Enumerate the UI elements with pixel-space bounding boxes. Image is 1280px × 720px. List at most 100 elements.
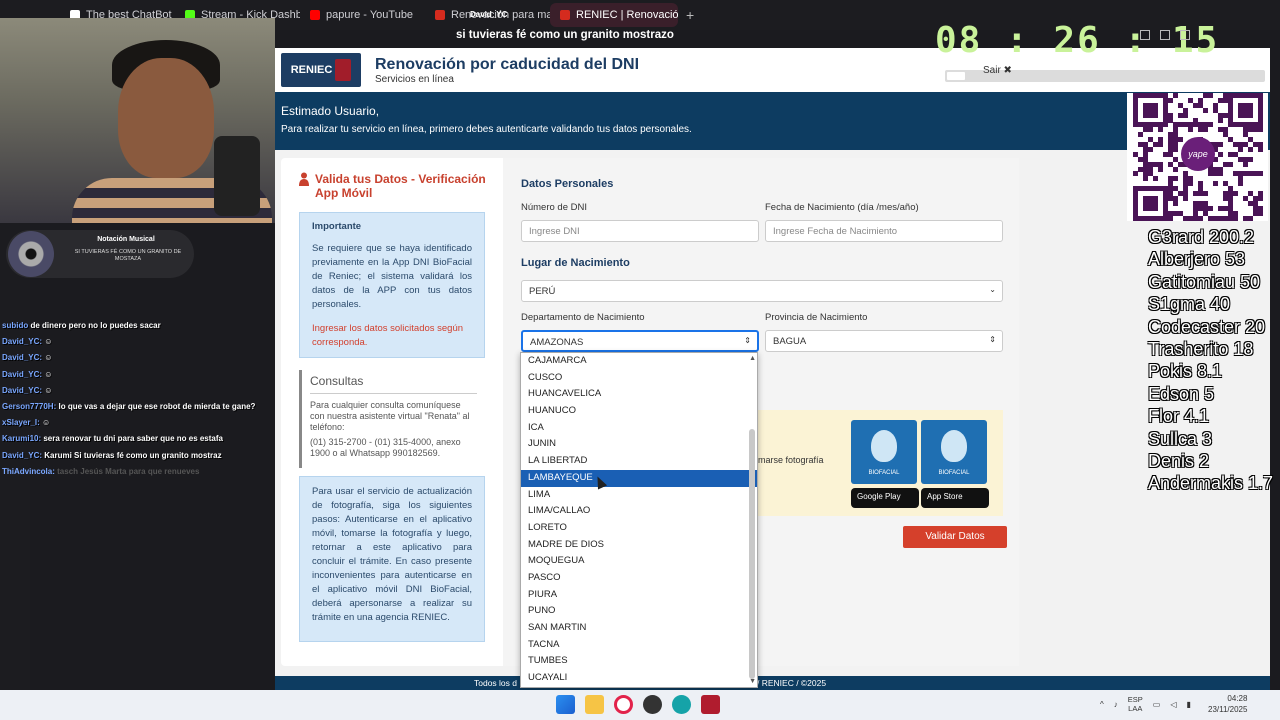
chevron-up-icon[interactable]: ^	[1100, 700, 1104, 709]
reniec-page: RENIEC Renovación por caducidad del DNI …	[275, 48, 1270, 690]
qr-module	[1188, 215, 1193, 221]
dropdown-scrollbar[interactable]	[749, 355, 755, 685]
chat-username[interactable]: David_YC:	[2, 337, 42, 346]
department-dropdown-list[interactable]: ▲ ▼ CAJAMARCA CUSCO HUANCAVELICA HUANUCO ICA…	[520, 352, 758, 688]
chat-username[interactable]: subido	[2, 321, 28, 330]
windows-taskbar: ^ ♪ ESP LAA ▭ ◁ ▮ 04:28 23/11/2025	[0, 690, 1280, 720]
network-icon[interactable]: ▭	[1153, 700, 1161, 709]
dropdown-option[interactable]: ICA	[521, 420, 757, 437]
scroll-down-icon[interactable]: ▼	[749, 678, 756, 685]
chat-username[interactable]: David_YC:	[2, 353, 42, 362]
music-subtitle: SI TUVIERAS FÉ COMO UN GRANITO DE MOSTAZ…	[74, 249, 182, 262]
mic-icon[interactable]: ♪	[1114, 700, 1118, 709]
dropdown-option[interactable]: JUNIN	[521, 436, 757, 453]
chat-username[interactable]: David_YC:	[2, 386, 42, 395]
windows-start-icon[interactable]	[556, 695, 575, 714]
overlay-song-line: si tuvieras fé como un granito mostrazo	[456, 29, 674, 41]
battery-icon[interactable]: ▮	[1187, 700, 1191, 709]
country-select[interactable]: PERÚ ⌄	[521, 280, 1003, 302]
qr-module	[1163, 186, 1168, 192]
qr-module	[1223, 161, 1228, 167]
dropdown-option[interactable]: LIMA/CALLAO	[521, 503, 757, 520]
validar-datos-button[interactable]: Validar Datos	[903, 526, 1007, 548]
qr-module	[1143, 102, 1148, 108]
logout-button[interactable]: Sair ✖	[983, 65, 1012, 76]
obs-icon[interactable]	[643, 695, 662, 714]
new-tab-button[interactable]: +	[678, 7, 702, 23]
chat-username[interactable]: David_YC:	[2, 370, 42, 379]
dropdown-option[interactable]: HUANCAVELICA	[521, 386, 757, 403]
dropdown-option[interactable]: LA LIBERTAD	[521, 453, 757, 470]
opera-icon[interactable]	[614, 695, 633, 714]
clock-time: 04:28	[1227, 694, 1248, 703]
file-explorer-icon[interactable]	[585, 695, 604, 714]
extension-icon[interactable]	[1140, 30, 1150, 40]
app-store-badge[interactable]: App Store	[921, 488, 989, 508]
google-play-badge[interactable]: Google Play	[851, 488, 919, 508]
qr-module	[1228, 186, 1233, 192]
consultas-phone: (01) 315-2700 - (01) 315-4000, anexo 190…	[310, 437, 461, 458]
leaderboard-entry: Andermakis 1.7	[1148, 473, 1274, 494]
qr-module	[1138, 93, 1143, 98]
app-icon[interactable]	[701, 695, 720, 714]
qr-module	[1143, 107, 1148, 113]
qr-module	[1233, 93, 1238, 98]
dropdown-option[interactable]: PASCO	[521, 570, 757, 587]
timer-sep: :	[1124, 20, 1149, 61]
edge-icon[interactable]	[672, 695, 691, 714]
dropdown-option[interactable]: UCAYALI	[521, 670, 757, 687]
qr-module	[1198, 186, 1203, 192]
qr-module	[1198, 97, 1203, 103]
tab-youtube[interactable]: papure - YouTube	[300, 3, 425, 27]
scroll-up-icon[interactable]: ▲	[749, 355, 756, 362]
qr-module	[1148, 171, 1153, 177]
qr-module	[1183, 181, 1188, 187]
chat-username[interactable]: xSlayer_I:	[2, 418, 40, 427]
stream-timer: 08 : 26 : 15	[935, 20, 1219, 61]
dropdown-option[interactable]: MOQUEGUA	[521, 553, 757, 570]
dni-input[interactable]: Ingrese DNI	[521, 220, 759, 242]
chat-text: tasch Jesús Marta para que renueves	[57, 466, 200, 476]
qr-module	[1258, 127, 1263, 133]
dropdown-option[interactable]: SAN MARTIN	[521, 620, 757, 637]
qr-module	[1163, 200, 1168, 206]
qr-module	[1178, 102, 1183, 108]
taskbar-clock[interactable]: 04:28 23/11/2025	[1208, 693, 1247, 715]
chat-username[interactable]: David_YC:	[2, 451, 42, 460]
dropdown-option[interactable]: LORETO	[521, 520, 757, 537]
qr-module	[1233, 171, 1238, 177]
dropdown-option[interactable]: TUMBES	[521, 653, 757, 670]
tab-reniec-active[interactable]: RENIEC | Renovación por	[550, 3, 678, 27]
qr-module	[1163, 215, 1168, 221]
qr-module	[1243, 122, 1248, 128]
dropdown-option[interactable]: CUSCO	[521, 370, 757, 387]
dept-select[interactable]: AMAZONAS ⇕	[521, 330, 759, 352]
qr-module	[1253, 127, 1258, 133]
birth-input[interactable]: Ingrese Fecha de Nacimiento	[765, 220, 1003, 242]
qr-module	[1218, 166, 1223, 172]
important-red-text: Ingresar los datos solicitados según cor…	[312, 323, 464, 348]
chat-username[interactable]: Karumi10:	[2, 434, 41, 443]
chat-username[interactable]: ThiAdvincola:	[2, 467, 55, 476]
scrollbar-thumb[interactable]	[749, 429, 755, 679]
qr-module	[1198, 215, 1203, 221]
dropdown-option[interactable]: MADRE DE DIOS	[521, 537, 757, 554]
volume-icon[interactable]: ◁	[1170, 700, 1176, 709]
chat-username[interactable]: Gerson7770H:	[2, 402, 56, 411]
prov-label: Provincia de Nacimiento	[765, 312, 868, 323]
language-indicator[interactable]: ESP LAA	[1128, 695, 1143, 713]
dropdown-option[interactable]: LAMBAYEQUE	[521, 469, 757, 487]
prov-select[interactable]: BAGUA ⇕	[765, 330, 1003, 352]
dropdown-option[interactable]: LIMA	[521, 487, 757, 504]
dropdown-option[interactable]: HUANUCO	[521, 403, 757, 420]
menu-icon[interactable]	[1180, 30, 1190, 40]
qr-module	[1168, 112, 1173, 118]
leaderboard-entry: Sullca 3	[1148, 428, 1213, 449]
dropdown-option[interactable]: CAJAMARCA	[521, 353, 757, 370]
consultas-title: Consultas	[310, 375, 477, 394]
dropdown-option[interactable]: TACNA	[521, 637, 757, 654]
dropdown-option[interactable]: PUNO	[521, 603, 757, 620]
dropdown-option[interactable]: PIURA	[521, 587, 757, 604]
extension-icon[interactable]	[1160, 30, 1170, 40]
chat-text: lo que vas a dejar que ese robot de mier…	[58, 402, 256, 412]
